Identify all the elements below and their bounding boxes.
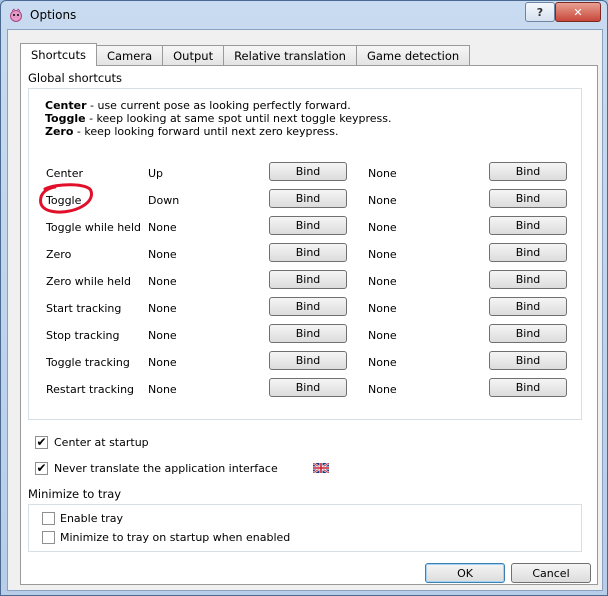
cancel-button[interactable]: Cancel	[511, 563, 591, 583]
bind-secondary-button[interactable]: Bind	[489, 162, 567, 181]
bind-primary-button[interactable]: Bind	[269, 351, 347, 370]
bind-primary-button[interactable]: Bind	[269, 324, 347, 343]
primary-key-value: None	[148, 302, 177, 315]
bind-secondary-button[interactable]: Bind	[489, 378, 567, 397]
tab-output[interactable]: Output	[162, 45, 225, 66]
shortcut-action-label: Zero while held	[46, 275, 131, 288]
bind-secondary-button[interactable]: Bind	[489, 351, 567, 370]
secondary-key-value: None	[368, 275, 397, 288]
secondary-key-value: None	[368, 383, 397, 396]
minimize-to-tray-title: Minimize to tray	[28, 487, 122, 501]
secondary-key-value: None	[368, 167, 397, 180]
secondary-key-value: None	[368, 329, 397, 342]
bind-primary-button[interactable]: Bind	[269, 216, 347, 235]
bind-secondary-button[interactable]: Bind	[489, 324, 567, 343]
primary-key-value: None	[148, 221, 177, 234]
primary-key-value: None	[148, 383, 177, 396]
bind-secondary-button[interactable]: Bind	[489, 216, 567, 235]
ok-button[interactable]: OK	[425, 563, 505, 583]
options-window: Options ? ✕ Shortcuts Camera Output Rela…	[0, 0, 608, 596]
bind-primary-button[interactable]: Bind	[269, 243, 347, 262]
help-button[interactable]: ?	[525, 2, 555, 22]
uk-flag-icon	[313, 463, 329, 473]
shortcuts-page: Global shortcuts Center - use current po…	[20, 65, 598, 585]
never-translate-checkbox[interactable]: ✔	[35, 462, 48, 475]
primary-key-value: Up	[148, 167, 164, 180]
shortcut-action-label: Restart tracking	[46, 383, 135, 396]
shortcut-action-label: Toggle tracking	[46, 356, 130, 369]
bind-primary-button[interactable]: Bind	[269, 162, 347, 181]
secondary-key-value: None	[368, 356, 397, 369]
bind-secondary-button[interactable]: Bind	[489, 270, 567, 289]
primary-key-value: None	[148, 329, 177, 342]
shortcut-action-label: Toggle while held	[46, 221, 141, 234]
enable-tray-checkbox[interactable]	[42, 512, 55, 525]
primary-key-value: None	[148, 248, 177, 261]
bind-secondary-button[interactable]: Bind	[489, 243, 567, 262]
secondary-key-value: None	[368, 248, 397, 261]
help-center: Center - use current pose as looking per…	[45, 99, 351, 112]
help-toggle: Toggle - keep looking at same spot until…	[45, 112, 392, 125]
title-bar[interactable]: Options ? ✕	[1, 1, 607, 29]
never-translate-label: Never translate the application interfac…	[54, 462, 278, 475]
enable-tray-label: Enable tray	[60, 512, 124, 525]
primary-key-value: Down	[148, 194, 180, 207]
window-title: Options	[30, 8, 77, 22]
global-shortcuts-group: Center - use current pose as looking per…	[28, 88, 582, 420]
secondary-key-value: None	[368, 302, 397, 315]
bind-primary-button[interactable]: Bind	[269, 297, 347, 316]
secondary-key-value: None	[368, 221, 397, 234]
app-icon	[10, 8, 22, 22]
dialog-client-area: Shortcuts Camera Output Relative transla…	[7, 29, 603, 591]
shortcut-action-label: Zero	[46, 248, 72, 261]
center-at-startup-checkbox[interactable]: ✔	[35, 436, 48, 449]
primary-key-value: None	[148, 275, 177, 288]
bind-primary-button[interactable]: Bind	[269, 189, 347, 208]
tab-game-detection[interactable]: Game detection	[355, 45, 471, 66]
minimize-on-startup-checkbox[interactable]	[42, 531, 55, 544]
shortcut-action-label: Start tracking	[46, 302, 122, 315]
red-circle-annotation	[39, 183, 93, 214]
help-zero: Zero - keep looking forward until next z…	[45, 125, 339, 138]
secondary-key-value: None	[368, 194, 397, 207]
tab-relative-translation[interactable]: Relative translation	[223, 45, 357, 66]
tab-shortcuts[interactable]: Shortcuts	[20, 43, 97, 66]
shortcut-action-label: Stop tracking	[46, 329, 120, 342]
bind-secondary-button[interactable]: Bind	[489, 297, 567, 316]
tab-bar: Shortcuts Camera Output Relative transla…	[20, 43, 471, 66]
bind-secondary-button[interactable]: Bind	[489, 189, 567, 208]
global-shortcuts-title: Global shortcuts	[28, 71, 123, 85]
minimize-on-startup-label: Minimize to tray on startup when enabled	[60, 531, 291, 544]
shortcut-action-label: Center	[46, 167, 84, 180]
minimize-to-tray-group: Enable tray Minimize to tray on startup …	[28, 504, 582, 552]
center-at-startup-label: Center at startup	[54, 436, 149, 449]
primary-key-value: None	[148, 356, 177, 369]
tab-camera[interactable]: Camera	[95, 45, 164, 66]
close-button[interactable]: ✕	[555, 2, 601, 22]
bind-primary-button[interactable]: Bind	[269, 378, 347, 397]
bind-primary-button[interactable]: Bind	[269, 270, 347, 289]
